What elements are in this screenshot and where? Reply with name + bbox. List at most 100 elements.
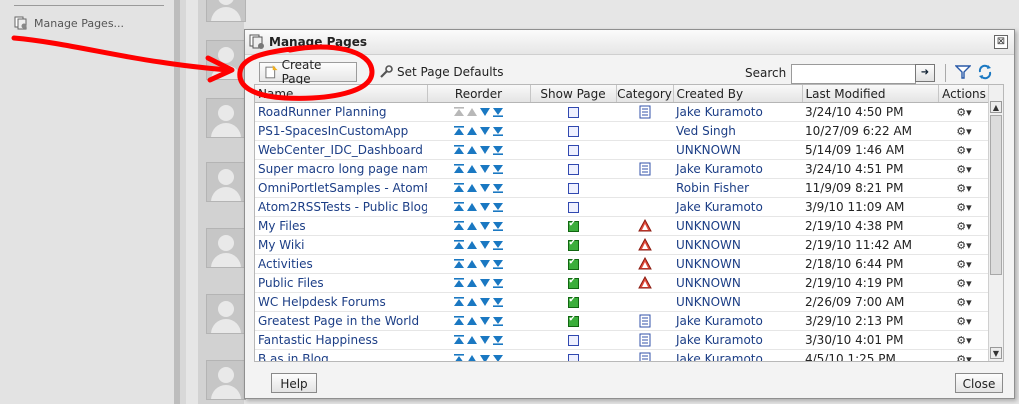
chevron-down-icon[interactable]: ▾ [966,220,972,233]
move-to-bottom-icon[interactable] [493,202,503,212]
scroll-up-button[interactable]: ▲ [990,101,1002,113]
chevron-down-icon[interactable]: ▾ [966,296,972,309]
actions-cell[interactable]: ⚙▾ [938,216,990,236]
move-up-icon[interactable] [467,221,477,231]
chevron-down-icon[interactable]: ▾ [966,163,972,176]
actions-cell[interactable]: ⚙▾ [938,178,990,198]
show-page-checkbox[interactable] [567,126,579,137]
move-up-icon[interactable] [467,335,477,345]
move-down-icon[interactable] [480,183,490,193]
page-name-link[interactable]: Activities [255,254,427,274]
show-page-checkbox[interactable] [567,107,579,118]
move-to-bottom-icon[interactable] [493,107,503,117]
gear-icon[interactable]: ⚙ [956,334,966,347]
move-up-icon[interactable] [467,107,477,117]
table-row[interactable]: Public FilesUNKNOWN2/19/10 4:19 PM⚙▾ [255,273,990,293]
table-row[interactable]: My WikiUNKNOWN2/19/10 11:42 AM⚙▾ [255,235,990,255]
chevron-down-icon[interactable]: ▾ [966,334,972,347]
move-to-top-icon[interactable] [454,221,464,231]
move-to-bottom-icon[interactable] [493,240,503,250]
move-to-top-icon[interactable] [454,107,464,117]
table-row[interactable]: OmniPortletSamples - AtomFee Robin Fisher… [255,178,990,198]
table-row[interactable]: Greatest Page in the World Jake Kuramoto3… [255,311,990,331]
gear-icon[interactable]: ⚙ [956,296,966,309]
gear-icon[interactable]: ⚙ [956,163,966,176]
gear-icon[interactable]: ⚙ [956,315,966,328]
chevron-down-icon[interactable]: ▾ [966,277,972,290]
show-page-checkbox[interactable] [567,164,579,175]
actions-cell[interactable]: ⚙▾ [938,330,990,350]
scroll-down-button[interactable]: ▼ [990,347,1002,359]
move-to-bottom-icon[interactable] [493,145,503,155]
column-header-name[interactable]: Name [255,85,428,103]
chevron-down-icon[interactable]: ▾ [966,353,972,362]
filter-icon[interactable] [955,64,971,80]
actions-cell[interactable]: ⚙▾ [938,121,990,141]
created-by-link[interactable]: Jake Kuramoto [673,330,802,350]
chevron-down-icon[interactable]: ▾ [966,315,972,328]
move-up-icon[interactable] [467,297,477,307]
show-page-checkbox[interactable] [567,314,579,327]
move-down-icon[interactable] [480,221,490,231]
move-to-top-icon[interactable] [454,145,464,155]
move-down-icon[interactable] [480,316,490,326]
gear-icon[interactable]: ⚙ [956,201,966,214]
refresh-icon[interactable] [977,64,993,80]
actions-cell[interactable]: ⚙▾ [938,140,990,160]
chevron-down-icon[interactable]: ▾ [966,239,972,252]
help-button[interactable]: Help [271,373,317,393]
actions-cell[interactable]: ⚙▾ [938,311,990,331]
show-page-checkbox[interactable] [567,145,579,156]
set-page-defaults-button[interactable]: Set Page Defaults [375,62,507,82]
move-up-icon[interactable] [467,126,477,136]
move-to-top-icon[interactable] [454,259,464,269]
table-row[interactable]: B as in Blog Jake Kuramoto 4/5/10 1:25 PM ⚙… [255,349,990,362]
table-row[interactable]: PS1-SpacesInCustomApp Ved Singh 10/27/09 6… [255,121,990,141]
gear-icon[interactable]: ⚙ [956,220,966,233]
chevron-down-icon[interactable]: ▾ [966,144,972,157]
move-down-icon[interactable] [480,335,490,345]
created-by-link[interactable]: Jake Kuramoto [673,349,802,361]
gear-icon[interactable]: ⚙ [956,182,966,195]
page-name-link[interactable]: B as in Blog [255,349,427,361]
move-down-icon[interactable] [480,259,490,269]
gear-icon[interactable]: ⚙ [956,239,966,252]
create-page-button[interactable]: Create Page [259,58,357,86]
chevron-down-icon[interactable]: ▾ [966,201,972,214]
move-down-icon[interactable] [480,240,490,250]
move-to-bottom-icon[interactable] [493,335,503,345]
actions-cell[interactable]: ⚙▾ [938,292,990,312]
show-page-checkbox[interactable] [567,335,579,346]
show-page-checkbox[interactable] [567,354,579,361]
page-name-link[interactable]: PS1-SpacesInCustomApp [255,121,427,141]
move-to-bottom-icon[interactable] [493,183,503,193]
page-name-link[interactable]: OmniPortletSamples - AtomFee [255,178,427,198]
move-down-icon[interactable] [480,107,490,117]
page-name-link[interactable]: WebCenter_IDC_Dashboard [255,140,427,160]
actions-cell[interactable]: ⚙▾ [938,102,990,122]
page-name-link[interactable]: My Wiki [255,235,427,255]
move-to-top-icon[interactable] [454,164,464,174]
table-row[interactable]: My FilesUNKNOWN2/19/10 4:38 PM⚙▾ [255,216,990,236]
move-to-top-icon[interactable] [454,316,464,326]
actions-cell[interactable]: ⚙▾ [938,197,990,217]
table-row[interactable]: Fantastic Happiness Jake Kuramoto 3/30/10 … [255,330,990,350]
move-to-bottom-icon[interactable] [493,278,503,288]
move-down-icon[interactable] [480,202,490,212]
move-to-bottom-icon[interactable] [493,126,503,136]
column-header-created-by[interactable]: Created By [673,85,803,103]
move-down-icon[interactable] [480,145,490,155]
show-page-checkbox[interactable] [567,219,579,232]
actions-cell[interactable]: ⚙▾ [938,254,990,274]
page-name-link[interactable]: RoadRunner Planning [255,102,427,122]
move-to-bottom-icon[interactable] [493,354,503,362]
actions-cell[interactable]: ⚙▾ [938,349,990,362]
page-name-link[interactable]: WC Helpdesk Forums [255,292,427,312]
gear-icon[interactable]: ⚙ [956,125,966,138]
created-by-link[interactable]: UNKNOWN [673,216,802,236]
move-down-icon[interactable] [480,297,490,307]
page-name-link[interactable]: Fantastic Happiness [255,330,427,350]
created-by-link[interactable]: Robin Fisher [673,178,802,198]
close-icon[interactable]: ⊠ [994,35,1008,49]
table-row[interactable]: WC Helpdesk Forums UNKNOWN2/26/09 7:00 AM… [255,292,990,312]
